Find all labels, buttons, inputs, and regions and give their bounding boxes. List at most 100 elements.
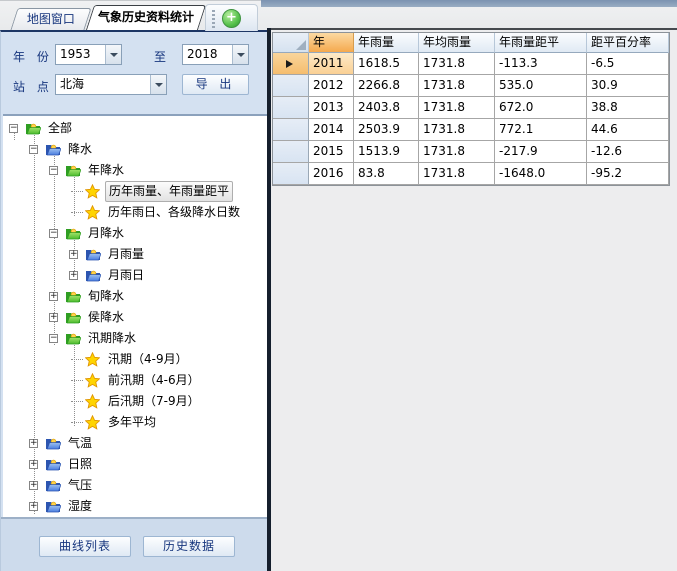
table-cell[interactable]: -95.2 (587, 163, 669, 185)
table-cell[interactable]: 2015 (309, 141, 354, 163)
year-to-combobox[interactable]: 2018 (182, 44, 249, 65)
tree-item[interactable]: 多年平均 (3, 412, 268, 433)
tree-item-label[interactable]: 气温 (65, 433, 95, 454)
expand-icon[interactable]: + (49, 313, 58, 322)
tree-item-label[interactable]: 汛期降水 (85, 328, 139, 349)
export-button[interactable]: 导 出 (182, 74, 249, 95)
table-cell[interactable]: 1731.8 (419, 163, 495, 185)
row-header-cell[interactable] (273, 163, 309, 185)
expand-icon[interactable]: + (29, 481, 38, 490)
table-cell[interactable]: 1618.5 (354, 53, 419, 75)
table-cell[interactable]: 2503.9 (354, 119, 419, 141)
table-cell[interactable]: -217.9 (495, 141, 587, 163)
tree-item-label[interactable]: 历年雨量、年雨量距平 (105, 181, 233, 202)
tree-item[interactable]: + 侯降水 (3, 307, 268, 328)
history-data-button[interactable]: 历史数据 (143, 536, 235, 557)
tree-item-label[interactable]: 湿度 (65, 496, 95, 517)
tree-item-label[interactable]: 前汛期（4-6月） (105, 370, 203, 391)
table-cell[interactable]: 30.9 (587, 75, 669, 97)
tree-item-label[interactable]: 月雨日 (105, 265, 147, 286)
tree-item-label[interactable]: 降水 (65, 139, 95, 160)
table-cell[interactable]: 672.0 (495, 97, 587, 119)
row-header-cell[interactable] (273, 97, 309, 119)
select-all-cell[interactable] (273, 33, 309, 53)
tree-item[interactable]: −降水 (3, 139, 268, 160)
tree-item[interactable]: + 旬降水 (3, 286, 268, 307)
table-cell[interactable]: 2011 (309, 53, 354, 75)
tree-item-label[interactable]: 日照 (65, 454, 95, 475)
tree-item[interactable]: + 湿度 (3, 496, 268, 517)
column-header[interactable]: 年 (309, 33, 354, 53)
table-cell[interactable]: 44.6 (587, 119, 669, 141)
station-dropdown-icon[interactable] (150, 75, 166, 94)
table-cell[interactable]: -113.3 (495, 53, 587, 75)
table-cell[interactable]: 1731.8 (419, 97, 495, 119)
tab-map-window[interactable]: 地图窗口 (10, 8, 91, 30)
expand-icon[interactable]: + (29, 460, 38, 469)
row-header-cell[interactable] (273, 119, 309, 141)
table-cell[interactable]: 772.1 (495, 119, 587, 141)
tree-item-label[interactable]: 后汛期（7-9月） (105, 391, 203, 412)
expand-icon[interactable]: + (29, 502, 38, 511)
table-cell[interactable]: 535.0 (495, 75, 587, 97)
tree-item[interactable]: − 汛期降水 (3, 328, 268, 349)
collapse-icon[interactable]: − (9, 124, 18, 133)
row-header-cell[interactable] (273, 53, 309, 75)
table-cell[interactable]: 1731.8 (419, 141, 495, 163)
collapse-icon[interactable]: − (49, 334, 58, 343)
expand-icon[interactable]: + (69, 250, 78, 259)
collapse-icon[interactable]: − (49, 229, 58, 238)
tab-weather-history-stats[interactable]: 气象历史资料统计 (86, 5, 206, 30)
table-cell[interactable]: 2014 (309, 119, 354, 141)
table-cell[interactable]: 1731.8 (419, 53, 495, 75)
table-cell[interactable]: 38.8 (587, 97, 669, 119)
table-cell[interactable]: 2266.8 (354, 75, 419, 97)
year-from-dropdown-icon[interactable] (105, 45, 121, 64)
table-cell[interactable]: 2403.8 (354, 97, 419, 119)
select-all-icon[interactable] (296, 40, 306, 50)
curve-list-button[interactable]: 曲线列表 (39, 536, 131, 557)
column-header[interactable]: 年均雨量 (419, 33, 495, 53)
expand-icon[interactable]: + (49, 292, 58, 301)
year-from-combobox[interactable]: 1953 (55, 44, 122, 65)
column-header[interactable]: 年雨量距平 (495, 33, 587, 53)
station-combobox[interactable]: 北海 (55, 74, 167, 95)
tree-item[interactable]: 历年雨量、年雨量距平 (3, 181, 268, 202)
table-cell[interactable]: 1513.9 (354, 141, 419, 163)
collapse-icon[interactable]: − (49, 166, 58, 175)
tree-item-label[interactable]: 月降水 (85, 223, 127, 244)
table-cell[interactable]: 1731.8 (419, 119, 495, 141)
tree-item[interactable]: + 月雨日 (3, 265, 268, 286)
table-cell[interactable]: 2013 (309, 97, 354, 119)
tree-item-label[interactable]: 年降水 (85, 160, 127, 181)
tree-item[interactable]: 汛期（4-9月） (3, 349, 268, 370)
tree-item[interactable]: 前汛期（4-6月） (3, 370, 268, 391)
column-header[interactable]: 年雨量 (354, 33, 419, 53)
tree-item[interactable]: 历年雨日、各级降水日数 (3, 202, 268, 223)
table-cell[interactable]: 2016 (309, 163, 354, 185)
table-cell[interactable]: 1731.8 (419, 75, 495, 97)
column-header[interactable]: 距平百分率 (587, 33, 669, 53)
tree-item-label[interactable]: 旬降水 (85, 286, 127, 307)
expand-icon[interactable]: + (29, 439, 38, 448)
tree-item-label[interactable]: 气压 (65, 475, 95, 496)
tree-item[interactable]: − 年降水 (3, 160, 268, 181)
tree-item-label[interactable]: 侯降水 (85, 307, 127, 328)
tree-item[interactable]: − 月降水 (3, 223, 268, 244)
expand-icon[interactable]: + (69, 271, 78, 280)
tree-item-label[interactable]: 历年雨日、各级降水日数 (105, 202, 243, 223)
tree-item-label[interactable]: 多年平均 (105, 412, 159, 433)
tree-item[interactable]: + 日照 (3, 454, 268, 475)
tree-item-label[interactable]: 月雨量 (105, 244, 147, 265)
year-to-dropdown-icon[interactable] (232, 45, 248, 64)
table-cell[interactable]: 2012 (309, 75, 354, 97)
tree-item-label[interactable]: 全部 (45, 118, 75, 139)
row-header-cell[interactable] (273, 75, 309, 97)
row-header-cell[interactable] (273, 141, 309, 163)
table-cell[interactable]: -6.5 (587, 53, 669, 75)
table-cell[interactable]: -12.6 (587, 141, 669, 163)
tree-item[interactable]: 后汛期（7-9月） (3, 391, 268, 412)
add-tab-button[interactable]: + (222, 9, 241, 28)
tree-item[interactable]: + 气压 (3, 475, 268, 496)
tree-item[interactable]: + 气温 (3, 433, 268, 454)
